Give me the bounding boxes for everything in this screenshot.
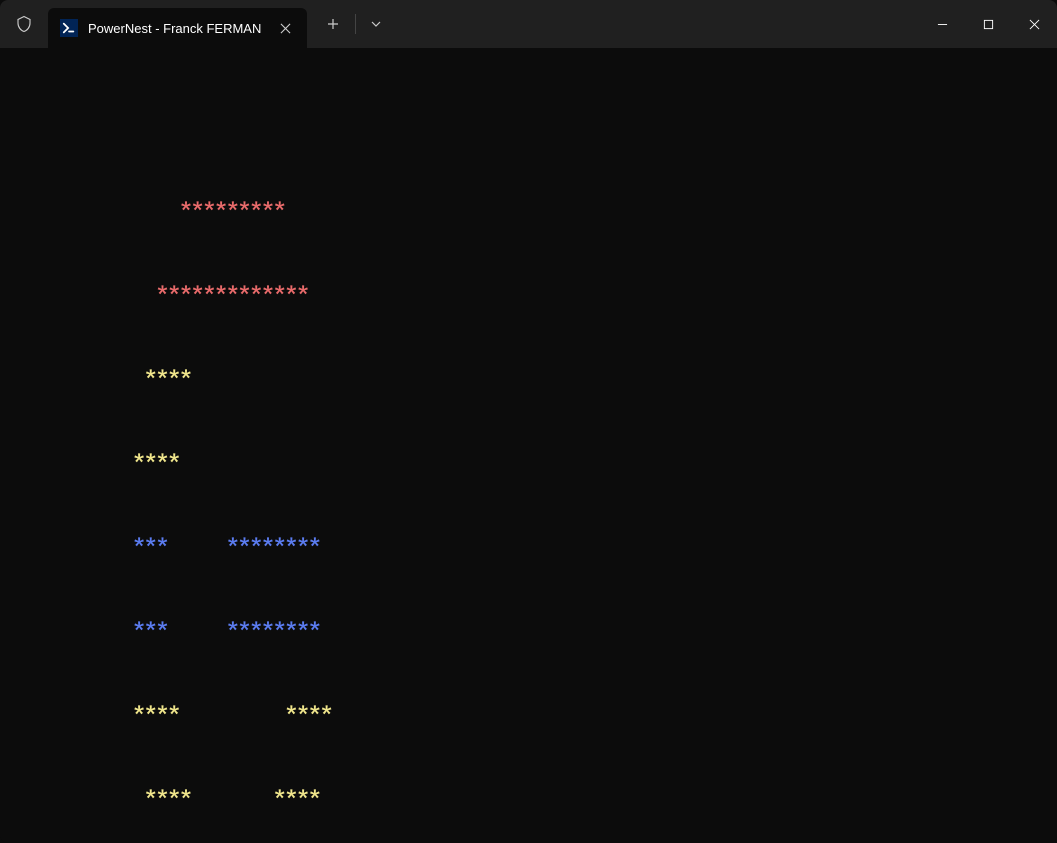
shield-icon[interactable]	[0, 0, 48, 48]
tab-dropdown-button[interactable]	[360, 6, 392, 42]
terminal-content[interactable]: ********* ************* **** **** *** **…	[0, 48, 1057, 843]
maximize-button[interactable]	[965, 0, 1011, 48]
powershell-icon	[60, 19, 78, 37]
ascii-line: *** ********	[16, 612, 1041, 640]
close-tab-button[interactable]	[275, 18, 295, 38]
terminal-window: PowerNest - Franck FERMAN	[0, 0, 1057, 843]
close-window-button[interactable]	[1011, 0, 1057, 48]
ascii-art-logo: ********* ************* **** **** *** **…	[16, 136, 1041, 843]
titlebar: PowerNest - Franck FERMAN	[0, 0, 1057, 48]
titlebar-left: PowerNest - Franck FERMAN	[0, 0, 392, 48]
window-controls	[919, 0, 1057, 48]
ascii-line: *********	[16, 192, 1041, 220]
ascii-line: **** ****	[16, 780, 1041, 808]
ascii-line: ****	[16, 444, 1041, 472]
ascii-line: *** ********	[16, 528, 1041, 556]
minimize-button[interactable]	[919, 0, 965, 48]
tab-powernest[interactable]: PowerNest - Franck FERMAN	[48, 8, 307, 48]
separator	[355, 14, 356, 34]
tab-title: PowerNest - Franck FERMAN	[88, 21, 261, 36]
ascii-line: ****	[16, 360, 1041, 388]
ascii-line: **** ****	[16, 696, 1041, 724]
new-tab-button[interactable]	[315, 6, 351, 42]
ascii-line: *************	[16, 276, 1041, 304]
